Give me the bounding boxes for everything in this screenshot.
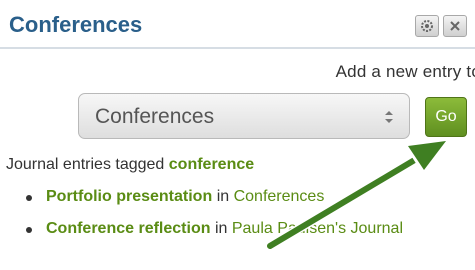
list-item: Portfolio presentation in Conferences	[24, 184, 469, 210]
entry-in-word: in	[214, 220, 228, 237]
close-block-button[interactable]	[443, 15, 467, 37]
tag-link[interactable]: conference	[169, 156, 254, 173]
entry-in-word: in	[216, 188, 230, 205]
tagged-prefix: Journal entries tagged	[6, 156, 165, 173]
tagged-entry-list: Portfolio presentation in Conferences Co…	[24, 184, 469, 242]
tagged-heading: Journal entries tagged conference	[6, 156, 254, 174]
block-title: Conferences	[9, 12, 143, 37]
list-item: Conference reflection in Paula Paulsen's…	[24, 216, 469, 242]
select-arrows-icon	[385, 111, 393, 123]
configure-button[interactable]	[415, 15, 439, 37]
entry-journal-link[interactable]: Conferences	[234, 188, 325, 205]
go-button[interactable]: Go	[425, 97, 467, 137]
journal-select-value: Conferences	[95, 105, 215, 128]
title-divider	[0, 47, 475, 49]
close-icon	[450, 21, 460, 31]
add-entry-label: Add a new entry to	[335, 62, 475, 81]
entry-title-link[interactable]: Portfolio presentation	[46, 188, 212, 205]
configure-icon	[421, 20, 433, 32]
journal-select[interactable]: Conferences	[78, 93, 410, 139]
entry-journal-link[interactable]: Paula Paulsen's Journal	[232, 220, 403, 237]
entry-title-link[interactable]: Conference reflection	[46, 220, 210, 237]
